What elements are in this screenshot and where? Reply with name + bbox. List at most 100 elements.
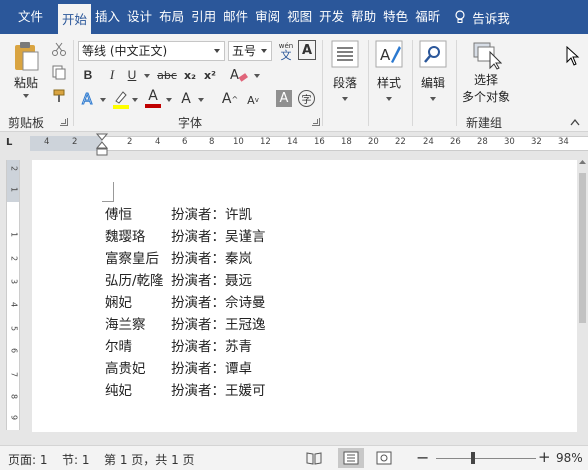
tab-view[interactable]: 视图 <box>284 4 315 30</box>
paste-label: 粘贴 <box>13 76 38 90</box>
role-name: 海兰察 <box>105 317 146 333</box>
vruler-tick: 2 <box>9 165 19 172</box>
tab-foxit[interactable]: 福昕 <box>412 4 443 30</box>
search-icon <box>419 40 447 68</box>
list-item: 傅恒 扮演者：许凯 <box>105 204 266 226</box>
lightbulb-icon <box>455 10 465 23</box>
paste-button[interactable]: 粘贴 <box>8 40 44 98</box>
select-objects-icon <box>473 42 502 70</box>
phonetic-guide-button[interactable]: wén 文 <box>276 40 296 62</box>
scrollbar-thumb[interactable] <box>579 173 586 323</box>
status-bar: 页面: 1 节: 1 第 1 页，共 1 页 − + 98% <box>0 445 588 470</box>
superscript-button[interactable]: x² <box>202 66 218 84</box>
clipboard-launcher[interactable] <box>60 118 68 126</box>
font-color-button[interactable]: A <box>144 88 162 108</box>
paragraph-button[interactable]: 段落 <box>330 40 360 101</box>
collapse-ribbon-icon[interactable] <box>570 118 580 126</box>
shrink-font-button[interactable]: Av <box>246 92 260 108</box>
tab-references[interactable]: 引用 <box>188 4 219 30</box>
styles-button[interactable]: A 样式 <box>372 40 406 101</box>
new-group-label: 新建组 <box>466 116 503 130</box>
change-case-button[interactable]: A <box>178 90 194 108</box>
strikethrough-button[interactable]: abc <box>156 66 178 84</box>
document-body[interactable]: 傅恒 扮演者：许凯 魏璎珞 扮演者：吴谨言 富察皇后 扮演者：秦岚 弘历/乾隆 扮演者：… <box>105 204 266 402</box>
zoom-out-button[interactable]: − <box>416 448 429 467</box>
vertical-ruler[interactable]: 2 1 1 2 3 4 5 6 7 8 9 <box>6 160 20 430</box>
tell-me-label: 告诉我 <box>472 10 510 26</box>
status-page-of[interactable]: 第 1 页，共 1 页 <box>104 451 195 468</box>
tab-home[interactable]: 开始 <box>58 4 92 34</box>
tab-insert[interactable]: 插入 <box>92 4 123 30</box>
change-case-dropdown-icon <box>198 98 204 102</box>
format-painter-icon[interactable] <box>51 88 67 104</box>
font-size-combo[interactable]: 五号 <box>228 41 272 61</box>
tab-review[interactable]: 审阅 <box>252 4 283 30</box>
ribbon-tab-bar: 文件 开始 插入 设计 布局 引用 邮件 审阅 视图 开发 帮助 特色 福昕 告… <box>0 0 588 34</box>
paragraph-dropdown-icon <box>342 97 348 101</box>
indent-marker-icon[interactable] <box>96 133 108 157</box>
tab-design[interactable]: 设计 <box>124 4 155 30</box>
font-name-combo[interactable]: 等线 (中文正文) <box>78 41 225 61</box>
actor-text: 扮演者：秦岚 <box>171 251 252 267</box>
print-layout-view[interactable] <box>338 448 364 468</box>
tab-selector[interactable]: L <box>6 137 20 151</box>
select-label-line2: 多个对象 <box>461 90 510 104</box>
editing-button[interactable]: 编辑 <box>416 40 450 101</box>
clear-formatting-icon[interactable]: A <box>228 66 250 84</box>
underline-button[interactable]: U <box>124 66 140 84</box>
font-color-swatch <box>145 103 161 108</box>
scroll-up-icon[interactable] <box>579 159 586 165</box>
select-multiple-objects-button[interactable]: 选择 多个对象 <box>458 40 514 105</box>
tab-mailings[interactable]: 邮件 <box>220 4 251 30</box>
zoom-slider-track[interactable] <box>436 458 536 459</box>
ruler-tick: 4 <box>44 137 50 147</box>
zoom-slider-thumb[interactable] <box>471 452 475 464</box>
list-item: 娴妃 扮演者：佘诗曼 <box>105 292 266 314</box>
subscript-button[interactable]: x₂ <box>182 66 198 84</box>
vruler-tick: 8 <box>9 393 19 400</box>
zoom-level[interactable]: 98% <box>556 451 583 465</box>
tab-special[interactable]: 特色 <box>380 4 411 30</box>
svg-text:A: A <box>230 68 239 83</box>
web-layout-icon[interactable] <box>376 451 392 465</box>
grow-font-button[interactable]: A ^ <box>222 90 238 108</box>
list-item: 海兰察 扮演者：王冠逸 <box>105 314 266 336</box>
read-mode-icon[interactable] <box>306 451 322 465</box>
paragraph-icon <box>331 40 359 68</box>
tab-help[interactable]: 帮助 <box>348 4 379 30</box>
tab-layout[interactable]: 布局 <box>156 4 187 30</box>
role-name: 尔晴 <box>105 339 132 355</box>
text-effects-icon[interactable]: A <box>80 90 98 108</box>
highlight-icon[interactable] <box>112 89 130 109</box>
tab-developer[interactable]: 开发 <box>316 4 347 30</box>
status-section[interactable]: 节: 1 <box>62 451 90 468</box>
vruler-tick: 1 <box>9 186 19 193</box>
svg-text:A: A <box>380 46 391 64</box>
tell-me-search[interactable]: 告诉我 <box>454 4 510 30</box>
chevron-down-icon <box>261 49 267 53</box>
tab-file[interactable]: 文件 <box>0 4 57 30</box>
character-shading-button[interactable]: A <box>276 90 292 107</box>
horizontal-ruler[interactable]: L 4 2 2 4 6 8 10 12 14 16 18 20 22 24 26… <box>0 133 588 157</box>
ruler-tick: 30 <box>504 137 515 147</box>
zoom-in-button[interactable]: + <box>538 448 551 466</box>
copy-icon[interactable] <box>51 64 67 80</box>
ruler-tick: 22 <box>395 137 406 147</box>
role-name: 富察皇后 <box>105 251 159 267</box>
italic-button[interactable]: I <box>104 66 120 84</box>
grow-font-label: A <box>221 91 232 107</box>
bold-button[interactable]: B <box>80 66 96 84</box>
separator <box>412 40 413 126</box>
ruler-tick: 12 <box>260 137 271 147</box>
enclose-characters-button[interactable]: 字 <box>298 90 315 107</box>
underline-dropdown-icon[interactable] <box>144 74 150 78</box>
styles-dropdown-icon <box>386 97 392 101</box>
font-launcher[interactable] <box>312 118 320 126</box>
document-page[interactable]: 傅恒 扮演者：许凯 魏璎珞 扮演者：吴谨言 富察皇后 扮演者：秦岚 弘历/乾隆 扮演者：… <box>32 160 577 432</box>
status-page[interactable]: 页面: 1 <box>8 451 48 468</box>
character-border-button[interactable]: A <box>298 40 316 60</box>
role-name: 娴妃 <box>105 295 132 311</box>
cut-icon[interactable] <box>51 42 67 56</box>
vertical-scrollbar[interactable] <box>577 155 588 445</box>
ruler-tick: 14 <box>287 137 298 147</box>
